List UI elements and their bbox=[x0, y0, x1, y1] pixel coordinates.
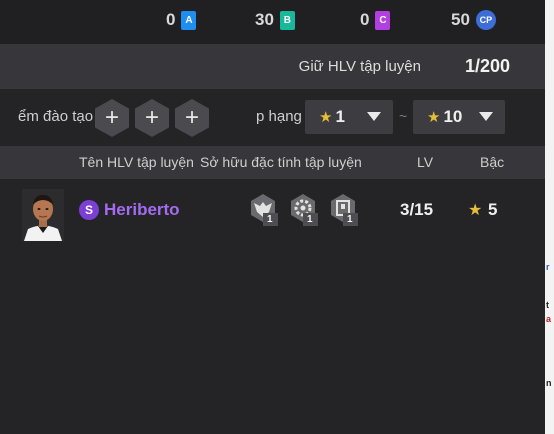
currency-b: 30 B bbox=[255, 10, 295, 30]
column-lv[interactable]: LV bbox=[417, 154, 433, 170]
currency-c: 0 C bbox=[360, 10, 391, 30]
a-coin-icon: A bbox=[181, 10, 197, 30]
column-name[interactable]: Tên HLV tập luyện bbox=[79, 154, 194, 170]
training-slots-label: ểm đào tạo bbox=[18, 108, 94, 125]
side-fragment-3: a bbox=[546, 314, 552, 324]
add-slot-button-2[interactable]: + bbox=[135, 99, 169, 137]
side-fragment-1: r bbox=[546, 262, 550, 272]
currency-cp: 50 CP bbox=[451, 10, 496, 30]
star-icon: ★ bbox=[468, 202, 483, 219]
side-fragment-2: t bbox=[546, 300, 549, 310]
currency-cp-amount: 50 bbox=[451, 10, 470, 29]
rank-to-value: 10 bbox=[443, 107, 463, 126]
range-separator: ~ bbox=[399, 108, 408, 124]
rank-from-dropdown[interactable]: ★ 1 bbox=[305, 100, 393, 134]
coach-hold-row: Giữ HLV tập luyện 1/200 bbox=[0, 44, 545, 89]
currency-c-amount: 0 bbox=[360, 10, 370, 29]
rank-label: p hạng bbox=[256, 108, 302, 125]
currency-a: 0 A bbox=[166, 10, 197, 30]
star-icon: ★ bbox=[427, 109, 441, 126]
b-coin-icon: B bbox=[279, 10, 295, 30]
rank-to-dropdown[interactable]: ★ 10 bbox=[413, 100, 505, 134]
grade-s-badge: S bbox=[79, 200, 99, 220]
currency-b-amount: 30 bbox=[255, 10, 274, 29]
trait-trophy-icon bbox=[331, 194, 358, 226]
trait-level-1: 1 bbox=[267, 214, 273, 225]
chevron-down-icon bbox=[367, 112, 381, 121]
coach-avatar bbox=[22, 189, 64, 241]
hold-count: 1/200 bbox=[464, 56, 510, 76]
filter-row: ểm đào tạo + + + p hạng ★ 1 ~ ★ 10 bbox=[0, 89, 545, 146]
trait-wings-icon bbox=[251, 194, 278, 226]
background-window-strip: r t a n bbox=[545, 0, 554, 434]
add-slot-button-1[interactable]: + bbox=[95, 99, 129, 137]
add-slot-button-3[interactable]: + bbox=[175, 99, 209, 137]
side-fragment-4: n bbox=[546, 378, 552, 388]
trait-item-3[interactable]: 1 bbox=[329, 193, 361, 227]
trait-gear-icon bbox=[291, 194, 318, 226]
coach-training-panel: 0 A 30 B 0 C 50 CP Giữ HLV tập luyện 1/2… bbox=[0, 0, 545, 434]
star-icon: ★ bbox=[319, 109, 333, 126]
currency-bar: 0 A 30 B 0 C 50 CP bbox=[0, 0, 545, 44]
table-header: Tên HLV tập luyện Sở hữu đặc tính tập lu… bbox=[0, 146, 545, 179]
column-traits[interactable]: Sở hữu đặc tính tập luyện bbox=[200, 154, 362, 170]
coach-name[interactable]: Heriberto bbox=[104, 200, 180, 220]
table-row[interactable]: S Heriberto 1 1 1 3/15 ★ 5 bbox=[0, 179, 545, 243]
coach-level: 3/15 bbox=[400, 200, 434, 219]
hold-label: Giữ HLV tập luyện bbox=[298, 58, 421, 75]
trait-level-3: 1 bbox=[347, 214, 353, 225]
cp-coin-icon: CP bbox=[475, 10, 496, 30]
column-grade[interactable]: Bậc bbox=[480, 154, 504, 170]
rank-from-value: 1 bbox=[335, 107, 345, 126]
trait-item-2[interactable]: 1 bbox=[289, 193, 321, 227]
chevron-down-icon bbox=[479, 112, 493, 121]
trait-item-1[interactable]: 1 bbox=[249, 193, 281, 227]
currency-a-amount: 0 bbox=[166, 10, 176, 29]
c-coin-icon: C bbox=[375, 10, 391, 30]
trait-level-2: 1 bbox=[307, 214, 313, 225]
coach-grade: 5 bbox=[488, 200, 498, 219]
